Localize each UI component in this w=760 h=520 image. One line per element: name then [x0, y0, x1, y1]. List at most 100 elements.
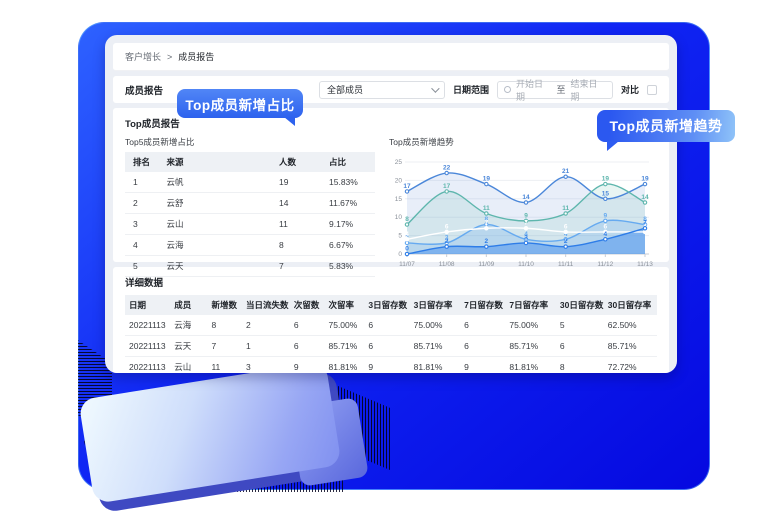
table-cell: 8: [275, 235, 325, 256]
table-row: 3云山119.17%: [125, 214, 375, 235]
svg-text:2: 2: [564, 238, 568, 245]
column-header: 新增数: [207, 295, 242, 315]
column-header: 次留率: [324, 295, 364, 315]
svg-text:11: 11: [562, 205, 569, 212]
svg-text:15: 15: [395, 196, 403, 203]
svg-text:19: 19: [641, 176, 649, 183]
svg-text:4: 4: [604, 231, 608, 238]
svg-text:7: 7: [524, 220, 528, 227]
svg-text:10: 10: [395, 214, 403, 221]
table-cell: 8: [207, 315, 242, 336]
table-cell: 云舒: [163, 193, 276, 214]
table-cell: 7: [207, 336, 242, 357]
table-row: 20221113云山113981.81%981.81%981.81%872.72…: [125, 357, 657, 374]
table-cell: 75.00%: [505, 315, 556, 336]
table-cell: 1: [125, 172, 163, 193]
table-row: 20221113云天71685.71%685.71%685.71%685.71%: [125, 336, 657, 357]
table-cell: 81.81%: [324, 357, 364, 374]
table-cell: 9: [290, 357, 325, 374]
table-cell: 云天: [163, 256, 276, 277]
callout-left-label: Top成员新增占比: [185, 94, 294, 114]
table-cell: 9.17%: [325, 214, 375, 235]
calendar-icon: [504, 86, 511, 93]
table-row: 2云舒1411.67%: [125, 193, 375, 214]
svg-text:5: 5: [398, 233, 402, 240]
table-header-row: 排名来源人数占比: [125, 152, 375, 172]
svg-text:11/11: 11/11: [558, 261, 574, 268]
top5-table: 排名来源人数占比1云帆1915.83%2云舒1411.67%3云山119.17%…: [125, 152, 375, 277]
svg-text:7: 7: [643, 220, 647, 227]
page: 客户增长 > 成员报告 成员报告 全部成员 日期范围 开始日期 至 结束日期 对…: [0, 0, 760, 520]
table-row: 20221113云海82675.00%675.00%675.00%562.50%: [125, 315, 657, 336]
table-cell: 20221113: [125, 336, 170, 357]
detail-data-panel: 详细数据 日期成员新增数当日流失数次留数次留率3日留存数3日留存率7日留存数7日…: [113, 267, 669, 373]
table-cell: 6.67%: [325, 235, 375, 256]
filter-controls: 全部成员 日期范围 开始日期 至 结束日期 对比: [319, 81, 657, 99]
table-cell: 3: [242, 357, 290, 374]
table-cell: 6: [364, 315, 409, 336]
svg-text:8: 8: [405, 216, 409, 223]
table-cell: 62.50%: [604, 315, 657, 336]
column-header: 3日留存数: [364, 295, 409, 315]
callout-right: Top成员新增趋势: [597, 110, 735, 142]
svg-text:6: 6: [564, 223, 568, 230]
table-cell: 6: [290, 315, 325, 336]
callout-left: Top成员新增占比: [177, 89, 303, 118]
svg-text:9: 9: [604, 212, 608, 219]
table-cell: 云山: [163, 214, 276, 235]
svg-text:4: 4: [405, 231, 409, 238]
table-cell: 15.83%: [325, 172, 375, 193]
table-cell: 云山: [170, 357, 207, 374]
member-select[interactable]: 全部成员: [319, 81, 445, 99]
table-cell: 85.71%: [410, 336, 461, 357]
table-cell: 85.71%: [604, 336, 657, 357]
svg-text:20: 20: [395, 177, 403, 184]
column-header: 日期: [125, 295, 170, 315]
svg-text:9: 9: [524, 212, 528, 219]
svg-text:0: 0: [398, 251, 402, 258]
breadcrumb-current: 成员报告: [178, 50, 214, 63]
svg-text:15: 15: [602, 190, 610, 197]
table-cell: 5.83%: [325, 256, 375, 277]
end-date-placeholder: 结束日期: [570, 77, 605, 103]
table-cell: 6: [290, 336, 325, 357]
svg-text:0: 0: [405, 246, 409, 253]
column-header: 来源: [163, 152, 276, 172]
top5-table-title: Top5成员新增占比: [125, 136, 375, 148]
detail-data-title: 详细数据: [125, 275, 657, 289]
svg-text:11/13: 11/13: [637, 261, 653, 268]
svg-text:25: 25: [395, 159, 403, 166]
table-cell: 85.71%: [505, 336, 556, 357]
svg-text:3: 3: [524, 234, 528, 241]
date-range-input[interactable]: 开始日期 至 结束日期: [497, 81, 613, 99]
table-cell: 19: [275, 172, 325, 193]
table-cell: 3: [125, 214, 163, 235]
detail-table: 日期成员新增数当日流失数次留数次留率3日留存数3日留存率7日留存数7日留存率30…: [125, 295, 657, 373]
compare-checkbox[interactable]: [647, 85, 657, 95]
column-header: 次留数: [290, 295, 325, 315]
dashboard-card: 客户增长 > 成员报告 成员报告 全部成员 日期范围 开始日期 至 结束日期 对…: [105, 35, 677, 373]
svg-text:2: 2: [485, 238, 489, 245]
column-header: 30日留存率: [604, 295, 657, 315]
top-report-panel: Top成员报告 Top5成员新增占比 排名来源人数占比1云帆1915.83%2云…: [113, 108, 669, 262]
breadcrumb: 客户增长 > 成员报告: [113, 43, 669, 71]
table-cell: 5: [125, 256, 163, 277]
table-cell: 75.00%: [324, 315, 364, 336]
page-title: 成员报告: [125, 83, 163, 97]
table-cell: 5: [556, 315, 604, 336]
svg-text:11/12: 11/12: [597, 261, 613, 268]
table-cell: 81.81%: [505, 357, 556, 374]
column-header: 7日留存率: [505, 295, 556, 315]
breadcrumb-link-growth[interactable]: 客户增长: [125, 50, 161, 63]
table-cell: 云海: [163, 235, 276, 256]
table-row: 4云海86.67%: [125, 235, 375, 256]
column-header: 占比: [325, 152, 375, 172]
column-header: 3日留存率: [410, 295, 461, 315]
svg-text:11/09: 11/09: [478, 261, 494, 268]
svg-text:6: 6: [445, 223, 449, 230]
table-cell: 6: [556, 336, 604, 357]
trend-chart: 051015202511/0711/0811/0911/1011/1111/12…: [389, 152, 657, 270]
svg-text:11: 11: [483, 205, 490, 212]
svg-text:11/07: 11/07: [399, 261, 415, 268]
table-cell: 20221113: [125, 357, 170, 374]
